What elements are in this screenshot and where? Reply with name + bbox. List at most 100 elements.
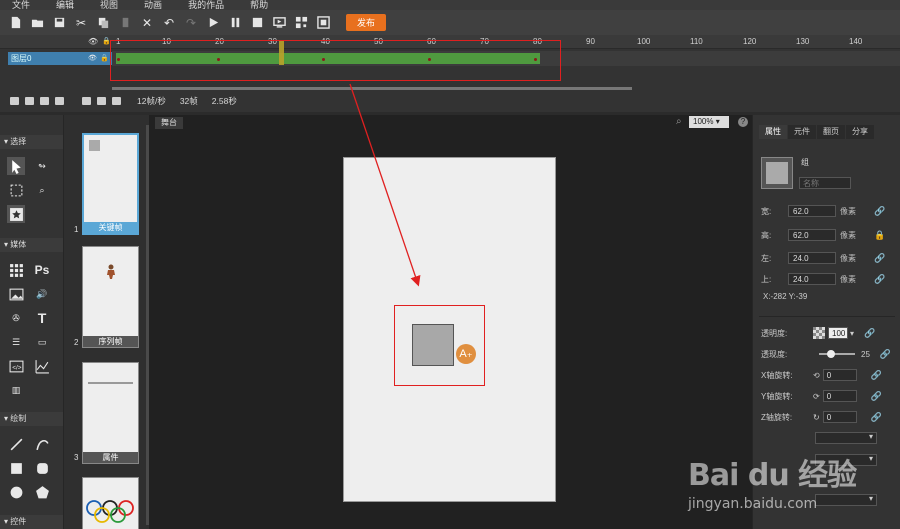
blend-select[interactable]	[815, 432, 877, 444]
menu-view[interactable]: 视图	[100, 0, 118, 10]
text-tool-icon[interactable]: T	[33, 309, 51, 327]
tab-share[interactable]: 分享	[846, 125, 874, 139]
section-header-select[interactable]: ▾ 选择	[0, 135, 63, 149]
object-name-input[interactable]: 名称	[799, 177, 851, 189]
image-tool-icon[interactable]	[7, 285, 25, 303]
tools-panel: ▾ 选择 ↬ ⌕ ▾ 媒体 Ps 🔊 ✇ T ☰ ▭ </> ▥ ▾ 绘制 ▾ …	[0, 115, 63, 529]
link-icon[interactable]: 🔗	[874, 206, 885, 217]
tab-properties[interactable]: 属性	[759, 125, 787, 139]
annotation-highlight-box	[110, 40, 561, 81]
rectangle-tool-icon[interactable]	[7, 459, 25, 477]
pause-icon[interactable]	[228, 16, 242, 30]
grid-tool-icon[interactable]	[7, 261, 25, 279]
search-icon[interactable]: ⌕	[676, 116, 682, 127]
left-input[interactable]: 24.0	[788, 252, 836, 264]
audio-tool-icon[interactable]: 🔊	[33, 285, 51, 303]
section-header-media[interactable]: ▾ 媒体	[0, 238, 63, 252]
menu-animation[interactable]: 动画	[144, 0, 162, 10]
save-icon[interactable]	[52, 16, 66, 30]
height-row: 高: 62.0 像素 🔒	[761, 229, 886, 241]
width-input[interactable]: 62.0	[788, 205, 836, 217]
bezier-tool-icon[interactable]: ↬	[33, 157, 51, 175]
help-icon[interactable]: ?	[738, 117, 748, 127]
open-folder-icon[interactable]	[30, 16, 44, 30]
transform-tool-icon[interactable]	[7, 181, 25, 199]
link-icon[interactable]: 🔗	[874, 253, 885, 264]
eye-icon[interactable]: 👁	[88, 52, 97, 65]
menu-edit[interactable]: 编辑	[56, 0, 74, 10]
undo-icon[interactable]: ↶	[162, 16, 176, 30]
x-rotation-input[interactable]: 0	[822, 369, 857, 381]
transparency-swatch[interactable]	[813, 327, 825, 339]
barcode-tool-icon[interactable]: ▥	[7, 381, 25, 399]
code-tool-icon[interactable]: </>	[7, 357, 25, 375]
link-icon[interactable]: 🔗	[871, 370, 882, 381]
new-layer-icon[interactable]	[10, 97, 19, 105]
rounded-rect-tool-icon[interactable]	[33, 459, 51, 477]
paragraph-tool-icon[interactable]: ☰	[7, 333, 25, 351]
frame-tool-icon[interactable]	[112, 97, 121, 105]
y-rotation-input[interactable]: 0	[822, 390, 857, 402]
qrcode-icon[interactable]	[294, 16, 308, 30]
delete-icon[interactable]: ✕	[140, 16, 154, 30]
pointer-tool-icon[interactable]	[7, 157, 25, 175]
video-tool-icon[interactable]: ✇	[7, 309, 25, 327]
chevron-down-icon[interactable]: ▾	[850, 329, 854, 338]
export-icon[interactable]	[316, 16, 330, 30]
z-rotation-input[interactable]: 0	[822, 411, 857, 423]
polygon-tool-icon[interactable]	[33, 483, 51, 501]
link-icon[interactable]: 🔗	[871, 412, 882, 423]
page-thumbnail[interactable]: 属件	[82, 362, 139, 464]
frame-tool-icon[interactable]	[97, 97, 106, 105]
link-icon[interactable]: 🔗	[871, 391, 882, 402]
link-icon[interactable]: 🔗	[880, 349, 891, 360]
tab-stage[interactable]: 舞台	[155, 117, 183, 129]
cut-icon[interactable]: ✂	[74, 16, 88, 30]
menu-file[interactable]: 文件	[12, 0, 30, 10]
blur-slider[interactable]	[819, 350, 855, 358]
page-thumbnail[interactable]	[82, 477, 139, 529]
zoom-select[interactable]: 100% ▾	[689, 116, 729, 128]
section-header-controls[interactable]: ▾ 控件	[0, 515, 63, 529]
publish-button[interactable]: 发布	[346, 14, 386, 31]
width-row: 宽: 62.0 像素 🔗	[761, 205, 886, 217]
paste-icon[interactable]	[118, 16, 132, 30]
curve-tool-icon[interactable]	[33, 435, 51, 453]
copy-layer-icon[interactable]	[55, 97, 64, 105]
menu-my-works[interactable]: 我的作品	[188, 0, 224, 10]
photoshop-import-icon[interactable]: Ps	[33, 261, 51, 279]
lock-icon[interactable]: 🔒	[100, 52, 109, 65]
link-icon[interactable]: 🔗	[874, 274, 885, 285]
page-thumbnail[interactable]: 序列帧	[82, 246, 139, 348]
eye-icon[interactable]: 👁	[88, 37, 98, 46]
tab-symbols[interactable]: 元件	[788, 125, 816, 139]
ruler-tick: 140	[849, 37, 863, 46]
aspect-lock-icon[interactable]: 🔒	[874, 230, 885, 241]
height-input[interactable]: 62.0	[788, 229, 836, 241]
link-icon[interactable]: 🔗	[864, 328, 875, 339]
comment-tool-icon[interactable]: ▭	[33, 333, 51, 351]
section-header-draw[interactable]: ▾ 绘制	[0, 412, 63, 426]
ruler-tick: 130	[796, 37, 810, 46]
line-tool-icon[interactable]	[7, 435, 25, 453]
play-icon[interactable]	[206, 16, 220, 30]
stop-icon[interactable]	[250, 16, 264, 30]
delete-layer-icon[interactable]	[40, 97, 49, 105]
opacity-input[interactable]: 100	[828, 327, 848, 339]
symbol-tool-icon[interactable]	[7, 205, 25, 223]
tab-page-turn[interactable]: 翻页	[817, 125, 845, 139]
preview-icon[interactable]	[272, 16, 286, 30]
page-thumbnail[interactable]: 关键帧	[82, 133, 139, 235]
copy-icon[interactable]	[96, 16, 110, 30]
top-input[interactable]: 24.0	[788, 273, 836, 285]
new-folder-icon[interactable]	[25, 97, 34, 105]
chart-tool-icon[interactable]	[33, 357, 51, 375]
new-file-icon[interactable]	[8, 16, 22, 30]
menu-help[interactable]: 帮助	[250, 0, 268, 10]
layer-row[interactable]: 图层0 👁 🔒	[8, 52, 112, 65]
left-row: 左: 24.0 像素 🔗	[761, 252, 886, 264]
frame-tool-icon[interactable]	[82, 97, 91, 105]
ellipse-tool-icon[interactable]	[7, 483, 25, 501]
redo-icon[interactable]: ↷	[184, 16, 198, 30]
zoom-tool-icon[interactable]: ⌕	[33, 181, 51, 199]
